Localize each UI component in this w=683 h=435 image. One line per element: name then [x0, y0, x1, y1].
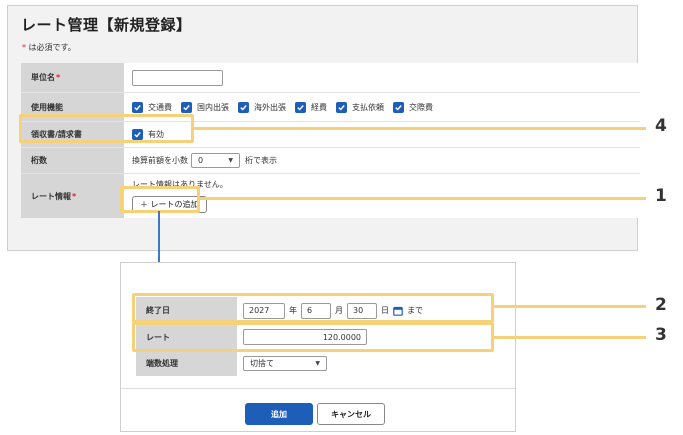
dropdown-caret-icon: ▼: [315, 360, 320, 367]
dropdown-caret-icon: ▼: [228, 157, 233, 164]
highlight-box-end-date: [132, 293, 494, 323]
checkbox-checked-icon: [238, 101, 249, 113]
callout-number-4: 4: [655, 116, 667, 136]
digits-select[interactable]: 0 ▼: [191, 153, 240, 168]
digits-selected-value: 0: [198, 156, 204, 165]
row-unit-name: 単位名 *: [21, 63, 640, 93]
rate-info-label: レート情報 *: [21, 174, 124, 218]
callout-number-2: 2: [655, 295, 667, 315]
required-star: *: [72, 191, 77, 201]
checkbox-checked-icon: [295, 101, 306, 113]
required-note: * は必須です。: [22, 42, 76, 53]
callout-line-1: [200, 197, 646, 200]
function-checkbox-1[interactable]: 国内出張: [181, 101, 229, 113]
page-title: レート管理【新規登録】: [21, 16, 192, 34]
unit-name-input[interactable]: [132, 69, 223, 86]
function-label: 交際費: [409, 102, 433, 112]
callout-line-3: [494, 336, 646, 339]
function-checkbox-0[interactable]: 交通費: [132, 101, 172, 113]
digits-label: 桁数: [21, 148, 124, 173]
callout-line-4: [194, 127, 646, 130]
functions-cell: 交通費 国内出張 海外出張 経費 支払依頼 交際費: [124, 93, 640, 121]
function-checkbox-3[interactable]: 経費: [295, 101, 327, 113]
rounding-label: 端数処理: [136, 351, 237, 376]
highlight-box-receipt: [19, 114, 194, 143]
checkbox-checked-icon: [393, 101, 404, 113]
callout-line-2: [494, 305, 646, 308]
unit-name-label-text: 単位名: [31, 73, 55, 82]
digits-suffix: 桁で表示: [245, 156, 277, 165]
row-digits: 桁数 換算前額を小数 0 ▼ 桁で表示: [21, 148, 640, 174]
function-label: 国内出張: [197, 102, 229, 112]
checkbox-checked-icon: [181, 101, 192, 113]
add-button[interactable]: 追加: [245, 403, 313, 425]
row-rate-info: レート情報 * レート情報はありません。 ＋ レートの追加: [21, 174, 640, 218]
function-label: 交通費: [148, 102, 172, 112]
function-checkbox-2[interactable]: 海外出張: [238, 101, 286, 113]
unit-name-label: 単位名 *: [21, 63, 124, 92]
function-label: 海外出張: [254, 102, 286, 112]
checkbox-checked-icon: [336, 101, 347, 113]
rate-info-label-text: レート情報: [31, 191, 71, 201]
required-star: *: [56, 73, 61, 82]
callout-number-1: 1: [655, 186, 667, 206]
highlight-box-add-rate: [120, 186, 200, 213]
function-label: 支払依頼: [352, 102, 384, 112]
cancel-button[interactable]: キャンセル: [317, 403, 385, 425]
required-note-text: は必須です。: [26, 43, 76, 52]
rounding-select[interactable]: 切捨て ▼: [243, 356, 327, 371]
checkbox-checked-icon: [132, 101, 143, 113]
receipt-cell: 有効: [124, 122, 640, 147]
highlight-box-rate: [132, 322, 494, 352]
function-checkbox-4[interactable]: 支払依頼: [336, 101, 384, 113]
rate-info-cell: レート情報はありません。 ＋ レートの追加: [124, 174, 640, 218]
digits-cell: 換算前額を小数 0 ▼ 桁で表示: [124, 148, 640, 173]
callout-number-3: 3: [655, 325, 667, 345]
digits-prefix: 換算前額を小数: [132, 156, 188, 165]
function-checkbox-5[interactable]: 交際費: [393, 101, 433, 113]
dialog-divider: [121, 388, 515, 389]
row-rounding: 端数処理 切捨て ▼: [136, 351, 501, 376]
rounding-cell: 切捨て ▼: [237, 351, 501, 376]
rounding-selected-value: 切捨て: [250, 359, 274, 368]
function-label: 経費: [311, 102, 327, 112]
unit-name-cell: [124, 63, 640, 92]
